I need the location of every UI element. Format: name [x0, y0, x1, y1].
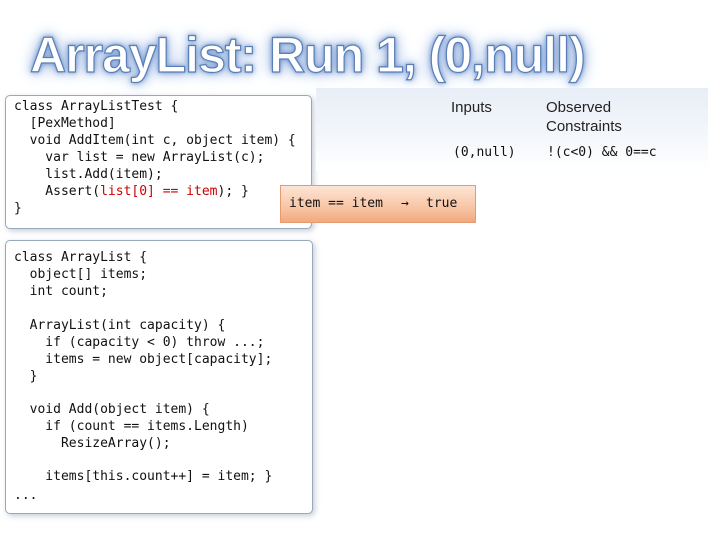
- code-line: list.Add(item);: [14, 167, 163, 182]
- code-line: void Add(object item) {: [14, 402, 210, 417]
- code-line: items = new object[capacity];: [14, 352, 273, 367]
- code-text: ); }: [217, 184, 249, 199]
- assert-line: Assert(list[0] == item); }: [14, 183, 249, 200]
- condition-text: item == item: [289, 196, 383, 211]
- code-line: void AddItem(int c, object item) {: [14, 133, 296, 148]
- code-line: ArrayList(int capacity) {: [14, 318, 226, 333]
- slide-title: ArrayList: Run 1, (0,null): [29, 26, 586, 83]
- constraints-table: Inputs Observed Constraints (0,null) !(c…: [316, 88, 708, 170]
- code-line: if (count == items.Length): [14, 419, 249, 434]
- header-inputs: Inputs: [451, 99, 492, 116]
- code-line: class ArrayList {: [14, 250, 148, 265]
- code-line: int count;: [14, 284, 108, 299]
- code-line: object[] items;: [14, 267, 148, 282]
- code-line: var list = new ArrayList(c);: [14, 150, 265, 165]
- code-line: items[this.count++] = item; }: [14, 469, 273, 484]
- code-line: [PexMethod]: [14, 116, 116, 131]
- code-line: ResizeArray();: [14, 436, 171, 451]
- code-line: }: [14, 369, 38, 384]
- code-line: class ArrayListTest {: [14, 99, 179, 114]
- code-line: if (capacity < 0) throw ...;: [14, 335, 265, 350]
- code-line: ...: [14, 488, 38, 503]
- arraylist-code-panel: class ArrayList { object[] items; int co…: [5, 240, 313, 514]
- highlighted-assertion: list[0] == item: [100, 184, 218, 199]
- row-constraints: !(c<0) && 0==c: [547, 145, 657, 160]
- result-text: true: [426, 196, 458, 211]
- code-text: Assert(: [14, 184, 101, 199]
- test-code-panel: class ArrayListTest { [PexMethod] void A…: [5, 95, 312, 229]
- row-inputs: (0,null): [453, 145, 516, 160]
- condition-box: item == item → true: [280, 185, 476, 223]
- code-line: }: [14, 201, 22, 216]
- header-constraints: Observed Constraints: [546, 99, 622, 135]
- arrow-icon: →: [401, 196, 409, 211]
